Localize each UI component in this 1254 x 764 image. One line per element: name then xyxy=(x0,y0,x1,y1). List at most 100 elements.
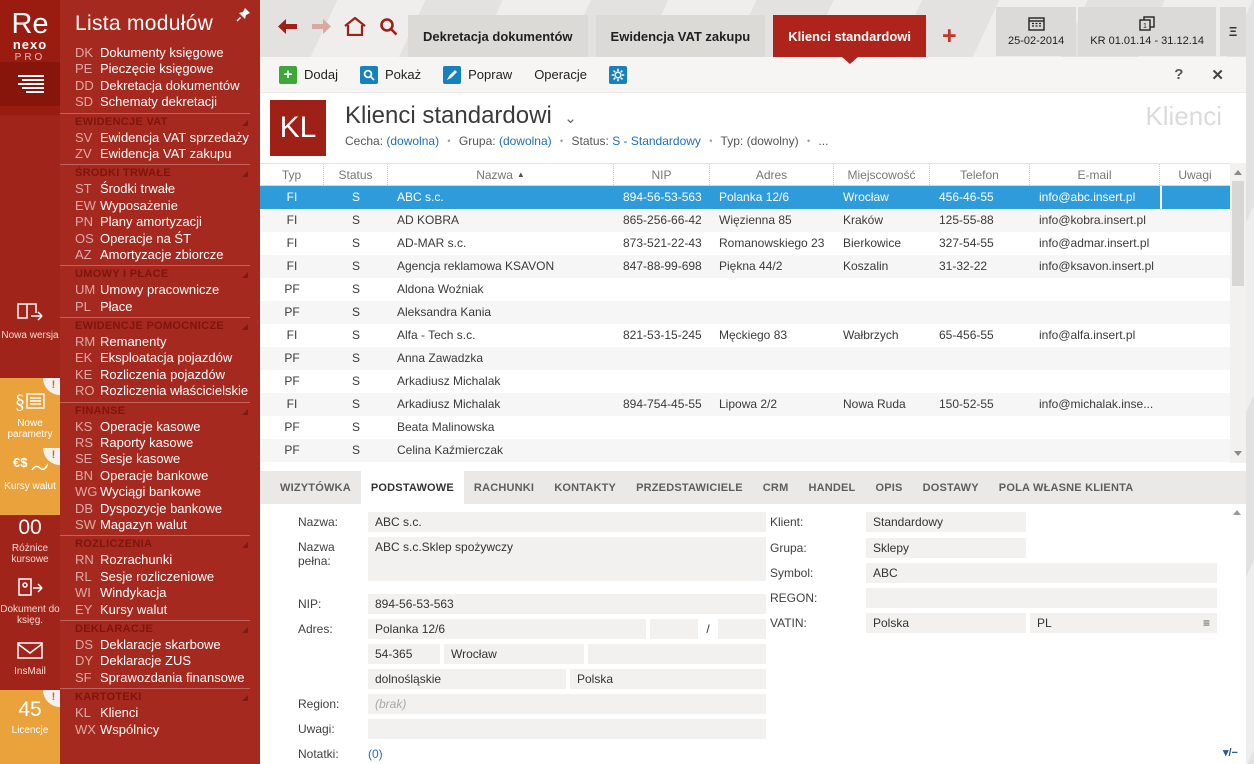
vatin-country-field[interactable]: Polska xyxy=(866,613,1026,633)
filter-more[interactable]: ... xyxy=(818,134,828,148)
sidebar-item-amortyzacje-zbiorcze[interactable]: AZAmortyzacje zbiorcze xyxy=(60,247,260,263)
sidebar-item-rozliczenia-właścicielskie[interactable]: RORozliczenia właścicielskie xyxy=(60,383,260,399)
table-row[interactable]: PFSArkadiusz Michalak xyxy=(260,370,1230,393)
table-row[interactable]: FISABC s.c.894-56-53-563Polanka 12/6Wroc… xyxy=(260,186,1230,209)
date-button[interactable]: 25-02-2014 xyxy=(996,7,1076,56)
column-header-typ[interactable]: Typ xyxy=(260,164,324,185)
detail-tab-crm[interactable]: CRM xyxy=(753,471,799,504)
add-tab-button[interactable]: + xyxy=(942,26,957,46)
column-header-nip[interactable]: NIP xyxy=(614,164,710,185)
notatki-link[interactable]: (0) xyxy=(368,744,383,761)
detail-tab-handel[interactable]: HANDEL xyxy=(798,471,865,504)
module-group-header-umowy-i-płace[interactable]: UMOWY I PŁACE xyxy=(60,265,250,281)
table-row[interactable]: PFSAleksandra Kania xyxy=(260,301,1230,324)
table-row[interactable]: PFSCelina Kaźmierczak xyxy=(260,439,1230,462)
show-button[interactable]: Pokaż xyxy=(351,62,430,88)
pin-icon[interactable] xyxy=(236,7,251,27)
scroll-down-icon[interactable] xyxy=(1234,451,1242,456)
filter-typ[interactable]: Typ: (dowolny) xyxy=(721,134,799,148)
module-group-header-deklaracje[interactable]: DEKLARACJE xyxy=(60,620,250,636)
sidebar-item-plany-amortyzacji[interactable]: PNPlany amortyzacji xyxy=(60,214,260,230)
sidebar-item-klienci[interactable]: KLKlienci xyxy=(60,705,260,721)
sidebar-item-ewidencja-vat-zakupu[interactable]: ZVEwidencja VAT zakupu xyxy=(60,146,260,162)
sidebar-item-dekretacja-dokumentów[interactable]: DDDekretacja dokumentów xyxy=(60,78,260,94)
sidebar-item-środki-trwałe[interactable]: STŚrodki trwałe xyxy=(60,181,260,197)
close-view-button[interactable]: ✕ xyxy=(1211,66,1224,84)
sidebar-item-płace[interactable]: PLPłace xyxy=(60,299,260,315)
chevron-down-icon[interactable]: ⌄ xyxy=(564,110,577,127)
column-header-uwagi[interactable]: Uwagi xyxy=(1160,164,1230,185)
detail-tab-wizytówka[interactable]: WIZYTÓWKA xyxy=(270,471,361,504)
detail-tab-pola-własne-klienta[interactable]: POLA WŁASNE KLIENTA xyxy=(989,471,1144,504)
field-menu-icon[interactable]: ≡ xyxy=(1203,613,1210,633)
sidebar-item-remanenty[interactable]: RMRemanenty xyxy=(60,334,260,350)
table-row[interactable]: FISAlfa - Tech s.c.821-53-15-245Męckiego… xyxy=(260,324,1230,347)
rail-item-insmail[interactable]: InsMail xyxy=(0,640,60,677)
sidebar-item-sesje-rozliczeniowe[interactable]: RLSesje rozliczeniowe xyxy=(60,569,260,585)
sidebar-item-wspólnicy[interactable]: WXWspólnicy xyxy=(60,722,260,738)
sidebar-item-pieczęcie-księgowe[interactable]: PEPieczęcie księgowe xyxy=(60,61,260,77)
add-button[interactable]: + Dodaj xyxy=(270,62,347,88)
module-group-header-ewidencje-pomocnicze[interactable]: EWIDENCJE POMOCNICZE xyxy=(60,317,250,333)
filter-status[interactable]: Status: S - Standardowy xyxy=(572,134,701,148)
module-menu-button[interactable] xyxy=(0,62,60,106)
nazwa-field[interactable]: ABC s.c. xyxy=(368,512,766,532)
region-field[interactable]: (brak) xyxy=(368,694,766,714)
filter-cecha[interactable]: Cecha: (dowolna) xyxy=(345,134,439,148)
detail-tab-podstawowe[interactable]: PODSTAWOWE xyxy=(361,471,464,504)
help-button[interactable]: ? xyxy=(1174,66,1183,83)
rail-item-dokument-do-ksieg[interactable]: Dokument do księg. xyxy=(0,576,60,626)
table-row[interactable]: FISArkadiusz Michalak894-754-45-55Lipowa… xyxy=(260,393,1230,416)
table-row[interactable]: PFSAldona Woźniak xyxy=(260,278,1230,301)
operations-button[interactable]: Operacje xyxy=(525,63,596,86)
sidebar-item-wyposażenie[interactable]: EWWyposażenie xyxy=(60,198,260,214)
table-scrollbar[interactable] xyxy=(1230,163,1246,463)
period-button[interactable]: 1 KR 01.01.14 - 31.12.14 xyxy=(1078,7,1216,56)
sidebar-item-wyciągi-bankowe[interactable]: WGWyciągi bankowe xyxy=(60,484,260,500)
tab-ewidencja-vat-zakupu[interactable]: Ewidencja VAT zakupu xyxy=(596,15,766,57)
flat-number-field[interactable] xyxy=(718,619,766,639)
panel-collapse-control[interactable]: ▾/− xyxy=(1223,746,1238,759)
scroll-up-icon[interactable] xyxy=(1234,170,1242,175)
table-row[interactable]: FISAgencja reklamowa KSAVON847-88-99-698… xyxy=(260,255,1230,278)
klient-field[interactable]: Standardowy xyxy=(866,512,1026,532)
sidebar-item-dyspozycje-bankowe[interactable]: DBDyspozycje bankowe xyxy=(60,501,260,517)
rail-item-nowe-parametry[interactable]: § Nowe parametry xyxy=(0,390,60,440)
sidebar-item-sprawozdania-finansowe[interactable]: SFSprawozdania finansowe xyxy=(60,670,260,686)
detail-tab-dostawy[interactable]: DOSTAWY xyxy=(913,471,989,504)
sidebar-item-deklaracje-zus[interactable]: DYDeklaracje ZUS xyxy=(60,653,260,669)
table-row[interactable]: PFSAnna Zawadzka xyxy=(260,347,1230,370)
column-header-miejscowość[interactable]: Miejscowość xyxy=(834,164,930,185)
detail-tab-rachunki[interactable]: RACHUNKI xyxy=(464,471,544,504)
settings-button[interactable] xyxy=(600,62,636,88)
sidebar-item-sesje-kasowe[interactable]: SESesje kasowe xyxy=(60,451,260,467)
detail-tab-opis[interactable]: OPIS xyxy=(865,471,912,504)
sidebar-item-ewidencja-vat-sprzedaży[interactable]: SVEwidencja VAT sprzedaży xyxy=(60,130,260,146)
column-header-telefon[interactable]: Telefon xyxy=(930,164,1030,185)
rail-item-roznice-kursowe[interactable]: 00 Różnice kursowe xyxy=(0,516,60,565)
sidebar-item-operacje-bankowe[interactable]: BNOperacje bankowe xyxy=(60,468,260,484)
post-field[interactable] xyxy=(588,644,766,664)
column-header-adres[interactable]: Adres xyxy=(710,164,834,185)
tab-klienci-standardowi[interactable]: Klienci standardowi xyxy=(773,15,926,57)
sidebar-item-kursy-walut[interactable]: EYKursy walut xyxy=(60,602,260,618)
module-group-header-rozliczenia[interactable]: ROZLICZENIA xyxy=(60,535,250,551)
sidebar-item-rozliczenia-pojazdów[interactable]: KERozliczenia pojazdów xyxy=(60,367,260,383)
module-group-header-środki-trwałe[interactable]: ŚRODKI TRWAŁE xyxy=(60,164,250,180)
country-field[interactable]: Polska xyxy=(570,669,766,689)
sidebar-item-deklaracje-skarbowe[interactable]: DSDeklaracje skarbowe xyxy=(60,637,260,653)
uwagi-field[interactable] xyxy=(368,719,766,739)
sidebar-item-dokumenty-księgowe[interactable]: DKDokumenty księgowe xyxy=(60,45,260,61)
column-header-nazwa[interactable]: Nazwa▲ xyxy=(388,164,614,185)
sidebar-item-umowy-pracownicze[interactable]: UMUmowy pracownicze xyxy=(60,282,260,298)
detail-tab-przedstawiciele[interactable]: PRZEDSTAWICIELE xyxy=(626,471,753,504)
column-header-status[interactable]: Status xyxy=(324,164,388,185)
scroll-thumb[interactable] xyxy=(1232,181,1244,286)
home-button[interactable] xyxy=(344,17,366,41)
table-row[interactable]: PFSBeata Malinowska xyxy=(260,416,1230,439)
sidebar-item-operacje-kasowe[interactable]: KSOperacje kasowe xyxy=(60,419,260,435)
detail-tab-kontakty[interactable]: KONTAKTY xyxy=(544,471,626,504)
tab-dekretacja-dokumentów[interactable]: Dekretacja dokumentów xyxy=(408,15,588,57)
zip-field[interactable]: 54-365 xyxy=(368,644,440,664)
sidebar-item-operacje-na-śt[interactable]: OSOperacje na ŚT xyxy=(60,231,260,247)
